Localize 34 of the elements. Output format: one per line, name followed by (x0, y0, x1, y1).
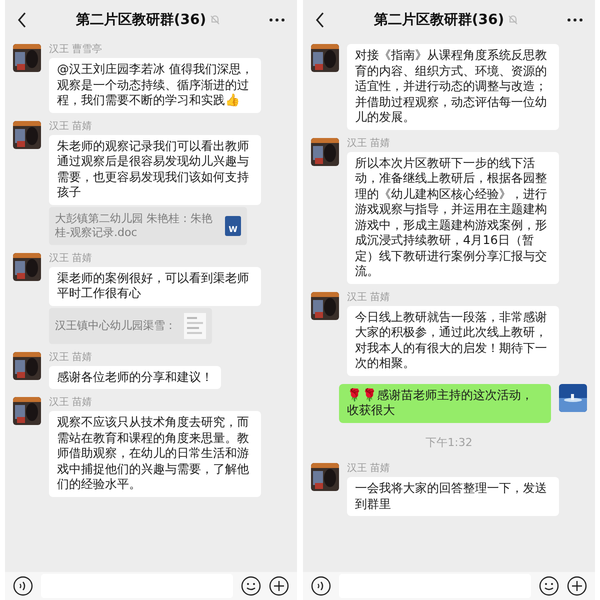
message-bubble: 对接《指南》从课程角度系统反思教育的内容、组织方式、环境、资源的适宜性，并进行动态的调整与改造；并借助过程观察，动态评估每一位幼儿的发展。 (347, 44, 559, 130)
sender-name: 汉王 苗婧 (347, 463, 392, 475)
voice-icon[interactable] (13, 576, 33, 596)
sender-name: 汉王 曹雪亭 (49, 44, 104, 56)
message-bubble: 一会我将大家的回答整理一下，发送到群里 (347, 477, 559, 516)
quote-text: 汉王镇中心幼儿园渠雪： (55, 318, 176, 332)
plus-icon[interactable] (567, 576, 587, 596)
chat-title: 第二片区教研群(36) (76, 10, 206, 30)
message-bubble: 所以本次片区教研下一步的线下活动，准备继线上教研后，根据各园整理的《幼儿建构区核心经验》，进行游戏观察与指导，并运用在主题建构游戏中，形成主题建构游戏案例，形成沉浸式持续教研，4月16日（暂定）线下教研进行案例分享汇报与交流。 (347, 152, 559, 284)
timestamp: 下午1:32 (426, 434, 472, 450)
sender-name: 汉王 苗婧 (347, 138, 392, 150)
sender-name: 汉王 苗婧 (49, 120, 94, 132)
message-bubble: 朱老师的观察记录我们可以看出教师通过观察后是很容易发现幼儿兴趣与需要，也更容易发现我们该如何支持孩子 (49, 134, 261, 204)
message-bubble: 感谢各位老师的分享和建议！ (49, 366, 221, 389)
plus-icon[interactable] (269, 576, 289, 596)
message-bubble: @汉王刘庄园李若冰 值得我们深思，观察是一个动态持续、循序渐进的过程，我们需要不断的学习和实践👍 (49, 58, 261, 112)
message-bubble: 今日线上教研就告一段落，非常感谢大家的积极参，通过此次线上教研，对我本人的有很大的启发！期待下一次的相聚。 (347, 306, 559, 376)
sender-name: 汉王 苗婧 (49, 397, 94, 409)
message-bubble: 渠老师的案例很好，可以看到渠老师平时工作很有心 (49, 266, 261, 306)
more-icon[interactable] (269, 18, 285, 22)
back-icon[interactable] (17, 12, 27, 28)
back-icon[interactable] (315, 12, 325, 28)
chat-title: 第二片区教研群(36) (374, 10, 504, 30)
emoji-icon[interactable] (241, 576, 261, 596)
more-icon[interactable] (567, 18, 583, 22)
document-icon: W (225, 216, 241, 236)
voice-icon[interactable] (311, 576, 331, 596)
message-bubble: 🌹🌹感谢苗老师主持的这次活动，收获很大 (339, 384, 551, 422)
quote-text: 大彭镇第二幼儿园 朱艳桂：朱艳桂-观察记录.doc (55, 212, 214, 240)
message-bubble: 观察不应该只从技术角度去研究，而需站在教育和课程的角度来思量。教师借助观察，在幼儿的日常生活和游戏中捕捉他们的兴趣与需要，了解他们的经验水平。 (49, 411, 261, 496)
emoji-icon[interactable] (539, 576, 559, 596)
sender-name: 汉王 苗婧 (49, 352, 94, 364)
sender-name: 汉王 苗婧 (49, 252, 94, 264)
sender-name: 汉王 苗婧 (347, 292, 392, 304)
